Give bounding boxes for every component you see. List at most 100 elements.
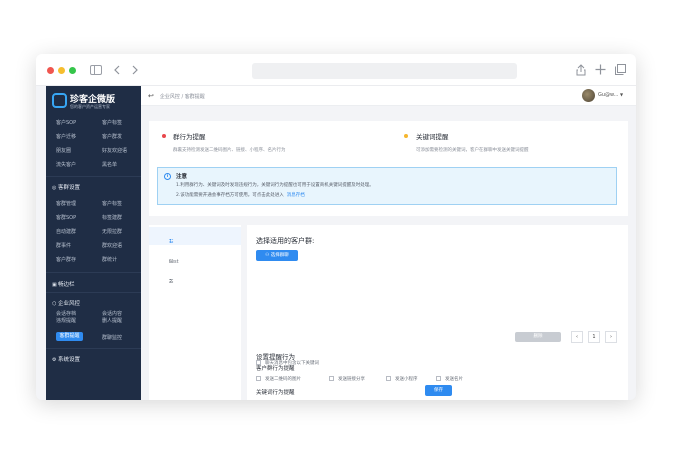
keyword-title: 关键词提醒	[416, 133, 449, 141]
user-name-text: Gu@w...	[598, 92, 619, 98]
chevron-down-icon: ▼	[620, 92, 624, 97]
select-group-label: 选择适用的客户群:	[256, 237, 315, 245]
sidebar-item[interactable]: 客群管理	[56, 200, 76, 207]
top-bar: ↩ 企业风控 / 客群提醒 Gu@w... ▼	[141, 86, 636, 106]
info-card: 群行为提醒 群裏支持检测发送二维码图片、链接、小程序、名片行为 关键词提醒 可添…	[149, 121, 628, 216]
group-icon: ⚇	[265, 253, 270, 258]
sidebar-item[interactable]: 无限拉群	[102, 228, 122, 235]
message-archive-link[interactable]: 消息存档	[287, 193, 305, 198]
yellow-dot-marker	[404, 134, 408, 138]
sidebar-item[interactable]: 违规提醒	[56, 317, 76, 324]
sidebar-item[interactable]: 客户群发	[102, 133, 122, 140]
checkbox-box[interactable]	[329, 376, 334, 381]
sidebar: 珍客企微版 您的客户资产运营专家 客户SOP 客户标签 客户迁移 客户群发 朋友…	[46, 86, 141, 400]
sidebar-item[interactable]: 朋友圈	[56, 147, 71, 154]
sidebar-item[interactable]: 客户标签	[102, 119, 122, 126]
sidebar-toggle-icon[interactable]	[90, 65, 102, 77]
checkbox-label: 发送二维码的图片	[265, 377, 301, 382]
sidebar-item[interactable]: 标签建群	[102, 214, 122, 221]
sidebar-item[interactable]: 自动建群	[56, 228, 76, 235]
keyword-checkbox[interactable]: 聊天消息中包含以下关键词	[256, 360, 319, 366]
minimize-window-button[interactable]	[58, 67, 65, 74]
select-group-button[interactable]: ⚇ 选择群聊	[256, 250, 298, 261]
sidebar-item[interactable]: 会话存档	[56, 310, 76, 317]
back-arrow-icon[interactable]	[113, 65, 120, 77]
sidebar-item[interactable]: 黑名单	[102, 161, 117, 168]
avatar[interactable]	[582, 89, 595, 102]
business-card-checkbox[interactable]: 发送名片	[436, 376, 463, 382]
sidebar-item[interactable]: 删人提醒	[102, 317, 122, 324]
sidebar-item[interactable]: 群聊监控	[102, 334, 122, 341]
breadcrumb-text[interactable]: 企业风控 / 客群提醒	[160, 94, 205, 100]
sidebar-divider	[46, 176, 141, 177]
rule-list: ☷ 1 ☷ test ☷ 2	[149, 225, 241, 400]
sidebar-divider	[46, 292, 141, 293]
sidebar-item[interactable]: 群欢迎语	[102, 242, 122, 249]
logo-icon	[52, 93, 67, 108]
link-share-checkbox[interactable]: 发送链接分享	[329, 376, 365, 382]
sidebar-item[interactable]: 客户群存	[56, 256, 76, 263]
checkbox-box[interactable]	[436, 376, 441, 381]
sidebar-item[interactable]: 流失客户	[56, 161, 76, 168]
checkbox-box[interactable]	[386, 376, 391, 381]
app-tagline: 您的客户资产运营专家	[70, 104, 110, 109]
app-logo: 珍客企微版 您的客户资产运营专家	[49, 89, 139, 113]
sidebar-section-tools[interactable]: ▣畅边栏	[52, 280, 75, 288]
forward-arrow-icon[interactable]	[132, 65, 139, 77]
notice-line-2-text: 2.该功能需要开通会事存档方可使用。可点击此处进入	[176, 193, 284, 198]
list-item-label: 1	[169, 239, 173, 245]
keyword-behavior-label: 关键词行为提醒	[256, 390, 295, 396]
close-window-button[interactable]	[47, 67, 54, 74]
mini-program-checkbox[interactable]: 发送小程序	[386, 376, 418, 382]
sidebar-item[interactable]: 会话内容	[102, 310, 122, 317]
delete-button[interactable]: 删除	[515, 332, 561, 342]
list-item[interactable]: ☷ 2	[149, 267, 241, 285]
group-behavior-desc: 群裏支持检测发送二维码图片、链接、小程序、名片行为	[173, 148, 286, 153]
maximize-window-button[interactable]	[69, 67, 76, 74]
address-bar[interactable]	[252, 63, 517, 79]
pager-current-page[interactable]: 1	[588, 331, 600, 343]
save-button[interactable]: 保存	[425, 385, 452, 396]
sidebar-item[interactable]: 客户标签	[102, 200, 122, 207]
checkbox-label: 聊天消息中包含以下关键词	[265, 361, 319, 366]
sidebar-item[interactable]: 群统计	[102, 256, 117, 263]
user-name[interactable]: Gu@w... ▼	[598, 92, 623, 98]
sidebar-item[interactable]: 客户SOP	[56, 119, 76, 126]
browser-titlebar	[36, 54, 636, 86]
detail-panel: 选择适用的客户群: ⚇ 选择群聊 删除 ‹ 1 › 设置提醒行为 客户群行为提醒…	[247, 225, 628, 400]
sidebar-divider	[46, 272, 141, 273]
breadcrumb: ↩ 企业风控 / 客群提醒	[148, 92, 205, 100]
checkbox-box[interactable]	[256, 376, 261, 381]
sidebar-section-risk[interactable]: ⬡ 企业风控	[52, 299, 80, 307]
sidebar-section-label: 系统设置	[58, 357, 81, 363]
notice-line-2: 2.该功能需要开通会事存档方可使用。可点击此处进入 消息存档	[176, 192, 305, 198]
sidebar-item[interactable]: 客群SOP	[56, 214, 76, 221]
red-dot-marker	[162, 134, 166, 138]
pager-next-button[interactable]: ›	[605, 331, 617, 343]
new-tab-plus-icon[interactable]	[595, 64, 606, 77]
select-group-button-label: 选择群聊	[270, 253, 289, 258]
share-icon[interactable]	[576, 64, 586, 78]
notice-box: i 注意 1.利用群行为、关键词及时发现违规行为，关键词行为提醒也可用于设置商机…	[157, 167, 617, 205]
sidebar-section-label: 企业风控	[58, 301, 81, 307]
sidebar-section-label: 畅边栏	[58, 282, 75, 288]
checkbox-label: 发送链接分享	[338, 377, 365, 382]
list-item[interactable]: ☷ test	[149, 247, 241, 265]
sidebar-item[interactable]: 客户迁移	[56, 133, 76, 140]
checkbox-box[interactable]	[256, 360, 261, 365]
sidebar-item[interactable]: 群事件	[56, 242, 71, 249]
tabs-overview-icon[interactable]	[615, 64, 626, 77]
group-behavior-title: 群行为提醒	[173, 133, 206, 141]
list-item[interactable]: ☷ 1	[149, 227, 241, 245]
pager-prev-button[interactable]: ‹	[571, 331, 583, 343]
sidebar-section-label: 客群设置	[58, 185, 81, 191]
sidebar-item-active[interactable]: 客群提醒	[56, 332, 83, 341]
sidebar-item[interactable]: 好友欢迎语	[102, 147, 127, 154]
list-item-label: test	[169, 259, 179, 265]
sidebar-section-group[interactable]: ◎ 客群设置	[52, 183, 80, 191]
checkbox-label: 发送小程序	[395, 377, 418, 382]
qrcode-checkbox[interactable]: 发送二维码的图片	[256, 376, 301, 382]
sidebar-section-system[interactable]: ⚙ 系统设置	[52, 355, 80, 363]
return-icon[interactable]: ↩	[148, 92, 154, 100]
sidebar-divider	[46, 348, 141, 349]
